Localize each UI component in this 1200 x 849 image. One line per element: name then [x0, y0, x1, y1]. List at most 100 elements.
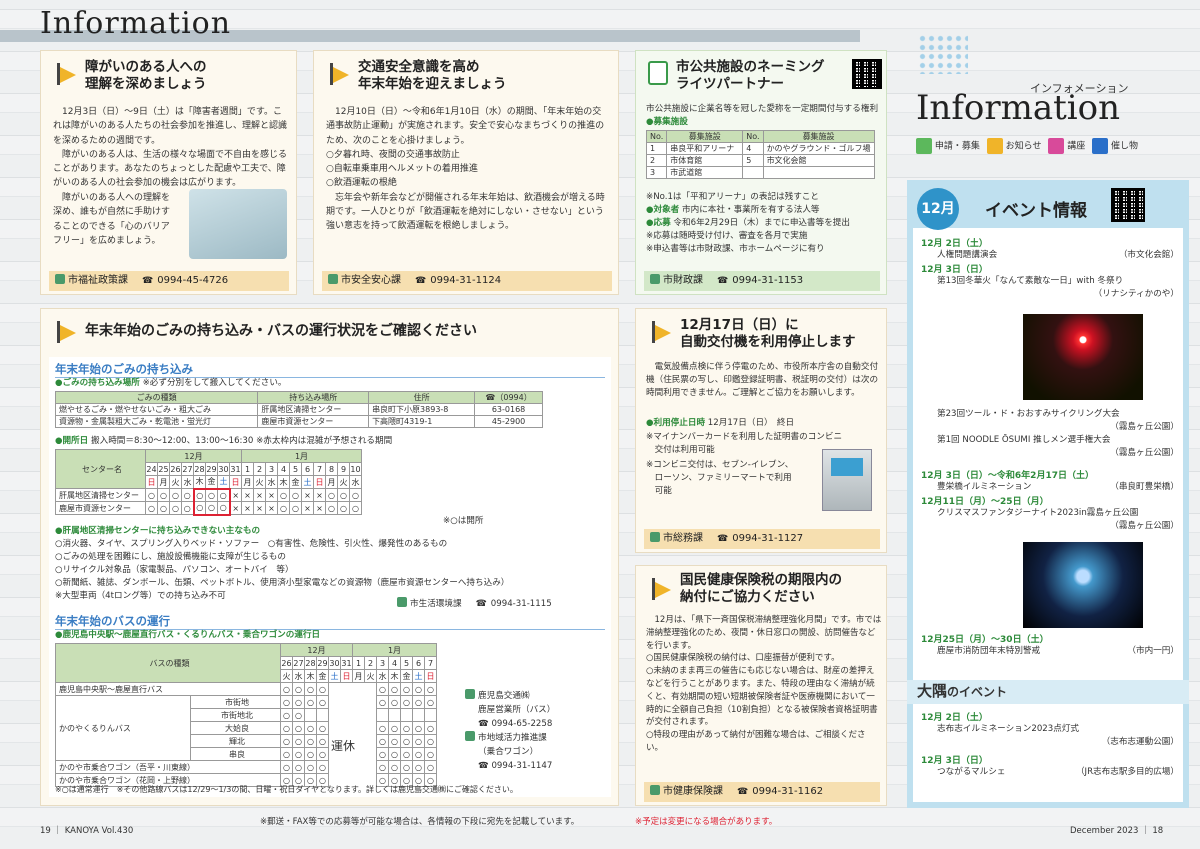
day-cell: 5: [289, 462, 302, 476]
day-cell: 2: [364, 656, 377, 670]
apply-icon: [916, 138, 932, 154]
card-body: 12月3日（日）～9日（土）は「障害者週間」です。これは障がいのある人たちの社会…: [53, 107, 288, 189]
phone-number[interactable]: 0994-31-1127: [732, 533, 803, 544]
phone-icon: ☎: [475, 599, 487, 609]
day-cell: 28: [193, 462, 206, 476]
month-badge: 12月: [917, 188, 959, 230]
weekday-cell: 月: [325, 475, 338, 489]
notice-icon: [986, 138, 1003, 154]
flag-icon: [648, 578, 674, 602]
status-cell: ×: [313, 501, 326, 515]
status-cell: ○: [400, 695, 413, 709]
weekday-cell: 木: [277, 475, 290, 489]
status-cell: [376, 708, 389, 722]
info-logo-area: インフォメーション Information 申請・募集 お知らせ 講座 催し物: [910, 24, 1190, 174]
status-cell: [352, 682, 365, 696]
day-cell: 4: [277, 462, 290, 476]
phone-number[interactable]: 0994-45-4726: [157, 275, 228, 286]
status-cell: ○: [316, 682, 329, 696]
day-cell: 26: [280, 656, 293, 670]
card-kiosk: 12月17日（日）に 自動交付機を利用停止します 電気設備点検に伴う停電のため、市…: [635, 308, 887, 553]
event-name: 人権問題講演会: [937, 250, 998, 260]
day-cell: 30: [217, 462, 230, 476]
phone-icon: ☎: [717, 276, 729, 286]
day-cell: 8: [325, 462, 338, 476]
status-cell: [340, 682, 353, 696]
status-cell: [352, 695, 365, 709]
apply-row: ●応募 令和6年2月29日（木）までに申込書等を提出: [646, 218, 850, 228]
status-cell: [352, 721, 365, 735]
day-cell: 31: [340, 656, 353, 670]
event-icon: [1092, 138, 1109, 154]
status-cell: ○: [388, 695, 401, 709]
status-cell: ○: [316, 760, 329, 774]
status-cell: ○: [280, 708, 293, 722]
status-cell: ○: [337, 488, 350, 502]
day-cell: 10: [349, 462, 362, 476]
logo-text: Information: [916, 88, 1121, 128]
status-cell: ○: [316, 747, 329, 761]
bus-label: ●鹿児島中央駅～鹿屋直行バス・くるりんバス・乗合ワゴンの運行日: [55, 630, 321, 640]
status-cell: ○: [217, 501, 231, 516]
status-cell: ○: [280, 747, 293, 761]
day-cell: 27: [181, 462, 194, 476]
phone-number[interactable]: 0994-31-1162: [752, 786, 823, 797]
contact-bar: 市健康保険課 ☎ 0994-31-1162: [644, 782, 880, 802]
status-cell: ×: [253, 501, 266, 515]
card-disability: 障がいのある人への 理解を深めましょう 12月3日（日）～9日（土）は「障害者週間…: [40, 50, 297, 295]
status-cell: [352, 760, 365, 774]
status-cell: [340, 721, 353, 735]
contact-bar: 市福祉政策課 ☎ 0994-45-4726: [49, 271, 289, 291]
day-cell: 7: [313, 462, 326, 476]
card-title: 交通安全意識を高め 年末年始を迎えましょう: [358, 59, 507, 92]
qr-code[interactable]: [852, 59, 882, 89]
status-cell: ○: [424, 721, 437, 735]
phone-number[interactable]: 0994-31-1153: [732, 275, 803, 286]
decorative-icons: [918, 34, 968, 74]
status-cell: [364, 721, 377, 735]
event-place: （市文化会館）: [1118, 250, 1179, 260]
weekday-cell: 土: [328, 669, 341, 683]
contact-bar: 市総務課 ☎ 0994-31-1127: [644, 529, 880, 549]
status-cell: [364, 682, 377, 696]
weekday-cell: 日: [424, 669, 437, 683]
status-cell: ○: [349, 488, 362, 502]
status-cell: ○: [205, 501, 218, 516]
event-place: （リナシティかのや）: [1093, 289, 1179, 299]
open-mark-note: ※○は開所: [443, 516, 484, 526]
weekday-cell: 土: [412, 669, 425, 683]
closed-label: 運休: [331, 739, 356, 753]
phone-number[interactable]: 0994-31-1115: [491, 599, 552, 609]
weekday-cell: 金: [289, 475, 302, 489]
card-title: 市公共施設のネーミング ライツパートナー: [676, 59, 825, 92]
target-row: ●対象者 市内に本社・事業所を有する法人等: [646, 205, 820, 215]
card-insurance: 国民健康保険税の期限内の 納付にご協力ください 12月は、「県下一斉国保税滞納整理…: [635, 565, 887, 806]
note: ※コンビニ交付は、セブン-イレブン、 ローソン、ファミリーマートで利用 可能: [646, 460, 794, 496]
phone-number[interactable]: 0994-65-2258: [491, 719, 552, 729]
status-cell: ○: [304, 747, 317, 761]
status-cell: ○: [292, 708, 305, 722]
status-cell: ○: [400, 734, 413, 748]
flag-icon: [326, 63, 352, 87]
event-item: （霧島ヶ丘公園）: [921, 447, 1179, 460]
footer-page-right: December 2023 ｜ 18: [1070, 826, 1164, 836]
status-cell: ○: [169, 488, 182, 502]
contact-inline: 市生活環境課 ☎ 0994-31-1115: [397, 597, 552, 611]
building-icon: [465, 689, 475, 699]
qr-code[interactable]: [1111, 188, 1145, 222]
status-cell: ○: [280, 760, 293, 774]
ng-item: ○消火器、タイヤ、スプリング入りベッド・ソファー ○有害性、危険性、引火性、爆発…: [55, 539, 448, 549]
ng-item: ○ごみの処理を困難にし、施設設備機能に支障が生じるもの: [55, 552, 286, 562]
event-item: （霧島ヶ丘公園）: [921, 421, 1179, 434]
weekday-cell: 火: [253, 475, 266, 489]
phone-number[interactable]: 0994-31-1147: [491, 761, 552, 771]
weekday-cell: 金: [205, 475, 218, 489]
illumination-photo: [1023, 542, 1143, 628]
event-date: 12月 2日（土）: [921, 239, 988, 249]
phone-number[interactable]: 0994-31-1124: [430, 275, 501, 286]
day-cell: 1: [241, 462, 254, 476]
status-cell: ○: [292, 695, 305, 709]
status-cell: ○: [304, 721, 317, 735]
status-cell: ○: [280, 734, 293, 748]
status-cell: ○: [388, 747, 401, 761]
